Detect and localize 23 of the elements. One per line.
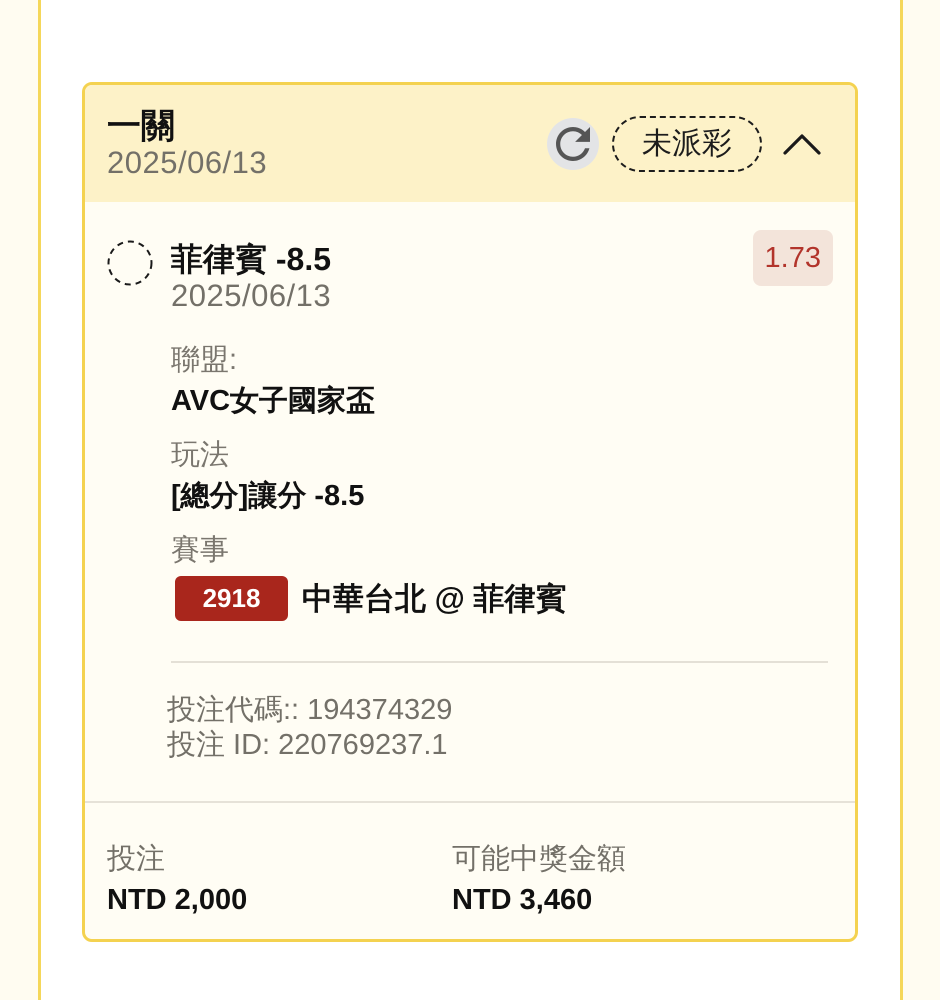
bet-info-line: 投注代碼:: 194374329 — [167, 693, 454, 728]
summary-label: 可能中獎金額 — [452, 842, 626, 877]
status-pill: 未派彩 — [612, 116, 762, 172]
detail-value: AVC女子國家盃 — [171, 384, 376, 419]
event-name: 中華台北 @ 菲律賓 — [302, 580, 566, 618]
dashed-circle-icon — [107, 240, 153, 286]
summary-value: NTD 2,000 — [107, 883, 248, 918]
event-number-badge: 2918 — [175, 576, 288, 621]
summary-label: 投注 — [107, 842, 165, 877]
bet-info-line: 投注 ID: 220769237.1 — [167, 728, 449, 763]
refresh-icon — [556, 126, 590, 160]
odds-badge: 1.73 — [752, 230, 833, 286]
refresh-button[interactable] — [547, 118, 599, 170]
bet-date: 2025/06/13 — [107, 144, 268, 180]
summary-value: NTD 3,460 — [452, 883, 592, 918]
detail-label: 賽事 — [171, 533, 230, 568]
chevron-up-icon[interactable] — [783, 132, 821, 154]
detail-value: [總分]讓分 -8.5 — [171, 478, 366, 514]
detail-label: 玩法 — [171, 438, 230, 473]
bet-type-title: 一關 — [107, 106, 176, 144]
selection-title: 菲律賓 -8.5 — [171, 240, 332, 278]
selection-date: 2025/06/13 — [171, 278, 332, 314]
detail-label: 聯盟: — [171, 343, 238, 378]
